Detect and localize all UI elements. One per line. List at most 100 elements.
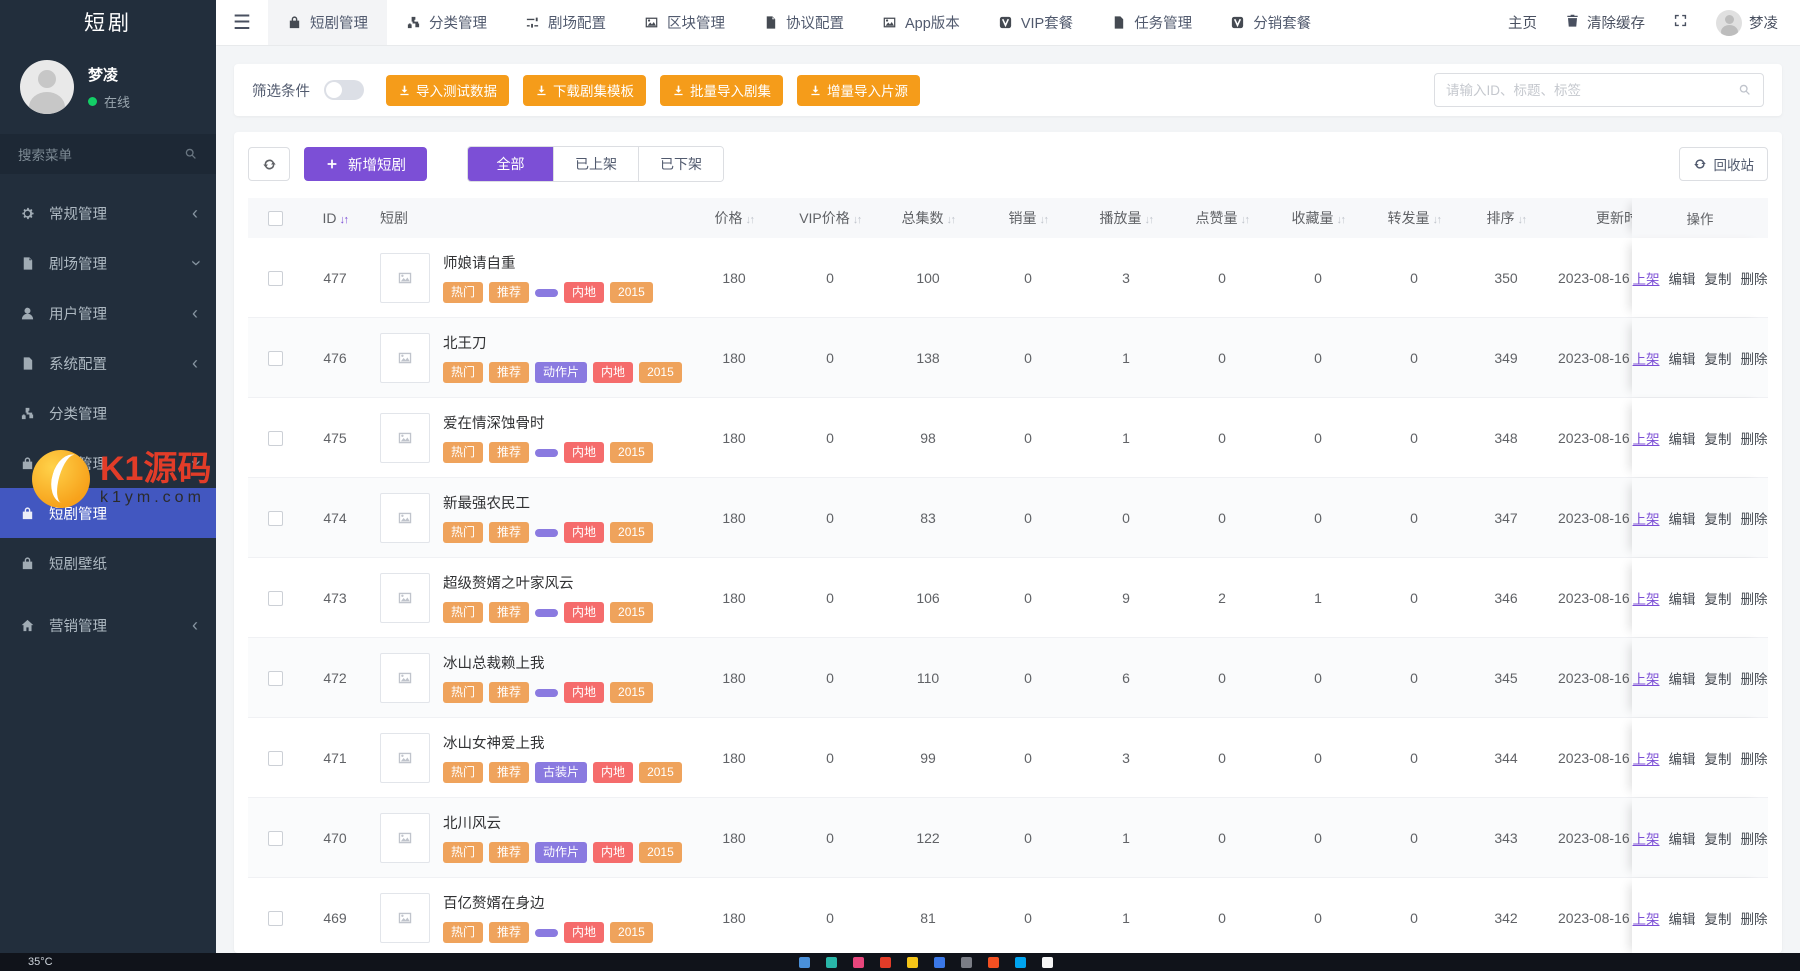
row-checkbox[interactable] bbox=[267, 510, 283, 526]
action-delete[interactable]: 删除 bbox=[1741, 348, 1768, 368]
drama-title[interactable]: 新最强农民工 bbox=[443, 492, 653, 513]
action-copy[interactable]: 复制 bbox=[1705, 508, 1732, 528]
sort-icon[interactable]: ↓↑ bbox=[1040, 214, 1050, 226]
action-onshelf[interactable]: 上架 bbox=[1633, 508, 1660, 528]
import-export-button[interactable]: 批量导入剧集 bbox=[660, 74, 783, 106]
sort-icon[interactable]: ↓↑ bbox=[853, 214, 863, 226]
column-header[interactable]: 播放量 ↓↑ bbox=[1078, 208, 1174, 228]
nav-tab[interactable]: VIP套餐 bbox=[979, 0, 1092, 45]
row-checkbox[interactable] bbox=[267, 430, 283, 446]
sidebar-item[interactable]: 用户管理 ‹ bbox=[0, 288, 216, 338]
status-tab[interactable]: 全部 bbox=[468, 147, 553, 181]
action-edit[interactable]: 编辑 bbox=[1669, 268, 1696, 288]
column-header[interactable]: 价格 ↓↑ bbox=[686, 208, 782, 228]
os-taskbar[interactable]: 35°C bbox=[0, 953, 1800, 971]
search-icon[interactable] bbox=[1738, 83, 1752, 97]
drama-title[interactable]: 北川风云 bbox=[443, 812, 682, 833]
thumbnail[interactable] bbox=[380, 732, 430, 783]
sidebar-item[interactable]: 短剧管理 ‹ bbox=[0, 438, 216, 488]
clear-cache-button[interactable]: 清除缓存 bbox=[1565, 12, 1645, 33]
action-copy[interactable]: 复制 bbox=[1705, 748, 1732, 768]
sort-icon[interactable]: ↓↑ bbox=[340, 214, 350, 226]
table-search-input[interactable] bbox=[1446, 82, 1738, 98]
sidebar-item[interactable]: 营销管理 ‹ bbox=[0, 600, 216, 650]
column-header[interactable]: VIP价格 ↓↑ bbox=[782, 208, 878, 228]
action-delete[interactable]: 删除 bbox=[1741, 908, 1768, 928]
row-checkbox[interactable] bbox=[267, 350, 283, 366]
action-copy[interactable]: 复制 bbox=[1705, 588, 1732, 608]
row-checkbox[interactable] bbox=[267, 670, 283, 686]
drama-title[interactable]: 爱在情深蚀骨时 bbox=[443, 412, 653, 433]
sidebar-item[interactable]: 短剧管理 bbox=[0, 488, 216, 538]
action-edit[interactable]: 编辑 bbox=[1669, 348, 1696, 368]
add-drama-button[interactable]: 新增短剧 bbox=[304, 147, 427, 181]
column-header[interactable]: 点赞量 ↓↑ bbox=[1174, 208, 1270, 228]
action-onshelf[interactable]: 上架 bbox=[1633, 908, 1660, 928]
row-checkbox[interactable] bbox=[267, 590, 283, 606]
recycle-bin-button[interactable]: 回收站 bbox=[1678, 147, 1768, 181]
sort-icon[interactable]: ↓↑ bbox=[1433, 214, 1443, 226]
drama-title[interactable]: 冰山女神爱上我 bbox=[443, 732, 682, 753]
action-edit[interactable]: 编辑 bbox=[1669, 748, 1696, 768]
thumbnail[interactable] bbox=[380, 892, 430, 943]
sort-icon[interactable]: ↓↑ bbox=[746, 214, 756, 226]
thumbnail[interactable] bbox=[380, 332, 430, 383]
action-onshelf[interactable]: 上架 bbox=[1633, 348, 1660, 368]
home-link[interactable]: 主页 bbox=[1501, 12, 1537, 33]
action-edit[interactable]: 编辑 bbox=[1669, 508, 1696, 528]
taskbar-app-icon[interactable] bbox=[988, 956, 1000, 968]
action-onshelf[interactable]: 上架 bbox=[1633, 828, 1660, 848]
action-onshelf[interactable]: 上架 bbox=[1633, 588, 1660, 608]
action-onshelf[interactable]: 上架 bbox=[1633, 668, 1660, 688]
thumbnail[interactable] bbox=[380, 492, 430, 543]
select-all-checkbox[interactable] bbox=[267, 211, 283, 227]
nav-tab[interactable]: 分类管理 bbox=[387, 0, 506, 45]
taskbar-app-icon[interactable] bbox=[907, 956, 919, 968]
action-copy[interactable]: 复制 bbox=[1705, 668, 1732, 688]
action-delete[interactable]: 删除 bbox=[1741, 508, 1768, 528]
action-delete[interactable]: 删除 bbox=[1741, 268, 1768, 288]
row-checkbox[interactable] bbox=[267, 830, 283, 846]
taskbar-app-icon[interactable] bbox=[1015, 956, 1027, 968]
nav-tab[interactable]: App版本 bbox=[863, 0, 979, 45]
column-header[interactable]: 收藏量 ↓↑ bbox=[1270, 208, 1366, 228]
drama-title[interactable]: 师娘请自重 bbox=[443, 252, 653, 273]
action-edit[interactable]: 编辑 bbox=[1669, 428, 1696, 448]
taskbar-app-icon[interactable] bbox=[1042, 956, 1054, 968]
status-tab[interactable]: 已下架 bbox=[638, 147, 723, 181]
sidebar-item[interactable]: 剧场管理 ‹ bbox=[0, 238, 216, 288]
import-export-button[interactable]: 下载剧集模板 bbox=[523, 74, 646, 106]
action-edit[interactable]: 编辑 bbox=[1669, 908, 1696, 928]
action-edit[interactable]: 编辑 bbox=[1669, 828, 1696, 848]
action-onshelf[interactable]: 上架 bbox=[1633, 428, 1660, 448]
sidebar-item[interactable]: 常规管理 ‹ bbox=[0, 188, 216, 238]
refresh-button[interactable] bbox=[248, 147, 290, 181]
import-export-button[interactable]: 导入测试数据 bbox=[386, 74, 509, 106]
user-avatar[interactable] bbox=[20, 60, 74, 114]
action-copy[interactable]: 复制 bbox=[1705, 908, 1732, 928]
sidebar-item[interactable]: 分类管理 bbox=[0, 388, 216, 438]
filter-toggle[interactable] bbox=[324, 80, 364, 100]
thumbnail[interactable] bbox=[380, 652, 430, 703]
drama-title[interactable]: 百亿赘婿在身边 bbox=[443, 892, 653, 913]
fullscreen-button[interactable] bbox=[1673, 13, 1688, 32]
sort-icon[interactable]: ↓↑ bbox=[1337, 214, 1347, 226]
sort-icon[interactable]: ↓↑ bbox=[947, 214, 957, 226]
status-tab[interactable]: 已上架 bbox=[553, 147, 638, 181]
nav-tab[interactable]: 分销套餐 bbox=[1211, 0, 1330, 45]
sort-icon[interactable]: ↓↑ bbox=[1145, 214, 1155, 226]
column-header[interactable]: 转发量 ↓↑ bbox=[1366, 208, 1462, 228]
row-checkbox[interactable] bbox=[267, 270, 283, 286]
taskbar-app-icon[interactable] bbox=[799, 956, 811, 968]
action-edit[interactable]: 编辑 bbox=[1669, 588, 1696, 608]
user-menu[interactable]: 梦凌 bbox=[1716, 9, 1778, 36]
sidebar-item[interactable]: 系统配置 ‹ bbox=[0, 338, 216, 388]
column-header[interactable]: 销量 ↓↑ bbox=[978, 208, 1078, 228]
import-export-button[interactable]: 增量导入片源 bbox=[797, 74, 920, 106]
sort-icon[interactable]: ↓↑ bbox=[1241, 214, 1251, 226]
thumbnail[interactable] bbox=[380, 252, 430, 303]
row-checkbox[interactable] bbox=[267, 910, 283, 926]
nav-tab[interactable]: 任务管理 bbox=[1092, 0, 1211, 45]
nav-tab[interactable]: 区块管理 bbox=[625, 0, 744, 45]
hamburger-menu-icon[interactable]: ☰ bbox=[216, 0, 268, 45]
